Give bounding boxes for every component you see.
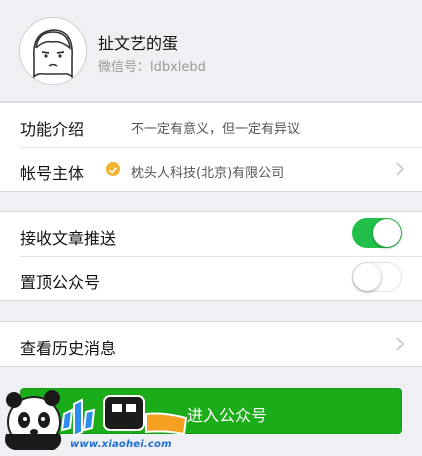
owner-label: 帐号主体 — [20, 164, 85, 183]
receive-push-toggle[interactable] — [352, 218, 402, 248]
history-row[interactable]: 查看历史消息 — [0, 322, 422, 366]
account-name: 扯文艺的蛋 — [98, 34, 179, 53]
avatar[interactable] — [19, 17, 87, 85]
verified-badge-icon — [106, 162, 120, 176]
pin-row: 置顶公众号 — [0, 256, 422, 300]
owner-value: 枕头人科技(北京)有限公司 — [131, 166, 285, 181]
pin-toggle[interactable] — [352, 262, 402, 292]
intro-value: 不一定有意义，但一定有异议 — [131, 122, 301, 137]
intro-label: 功能介绍 — [20, 120, 85, 139]
chevron-right-icon — [396, 162, 404, 176]
settings-group: 接收文章推送 置顶公众号 — [0, 211, 422, 301]
watermark-url: www.xiaohei.com — [70, 439, 172, 450]
profile-header: 扯文艺的蛋 微信号：ldbxlebd — [0, 0, 422, 102]
history-label: 查看历史消息 — [20, 339, 117, 358]
avatar-illustration — [29, 29, 77, 84]
intro-row: 功能介绍 不一定有意义，但一定有异议 — [0, 103, 422, 147]
wechat-id: 微信号：ldbxlebd — [98, 60, 206, 75]
receive-push-label: 接收文章推送 — [20, 229, 117, 248]
history-group: 查看历史消息 — [0, 321, 422, 367]
toggle-knob — [373, 219, 401, 247]
toggle-knob — [353, 263, 381, 291]
receive-push-row: 接收文章推送 — [0, 212, 422, 256]
chevron-right-icon — [396, 337, 404, 351]
info-group: 功能介绍 不一定有意义，但一定有异议 帐号主体 枕头人科技(北京)有限公司 — [0, 102, 422, 192]
owner-row[interactable]: 帐号主体 枕头人科技(北京)有限公司 — [0, 147, 422, 191]
pin-label: 置顶公众号 — [20, 273, 101, 292]
watermark: www.xiaohei.com — [0, 384, 200, 452]
